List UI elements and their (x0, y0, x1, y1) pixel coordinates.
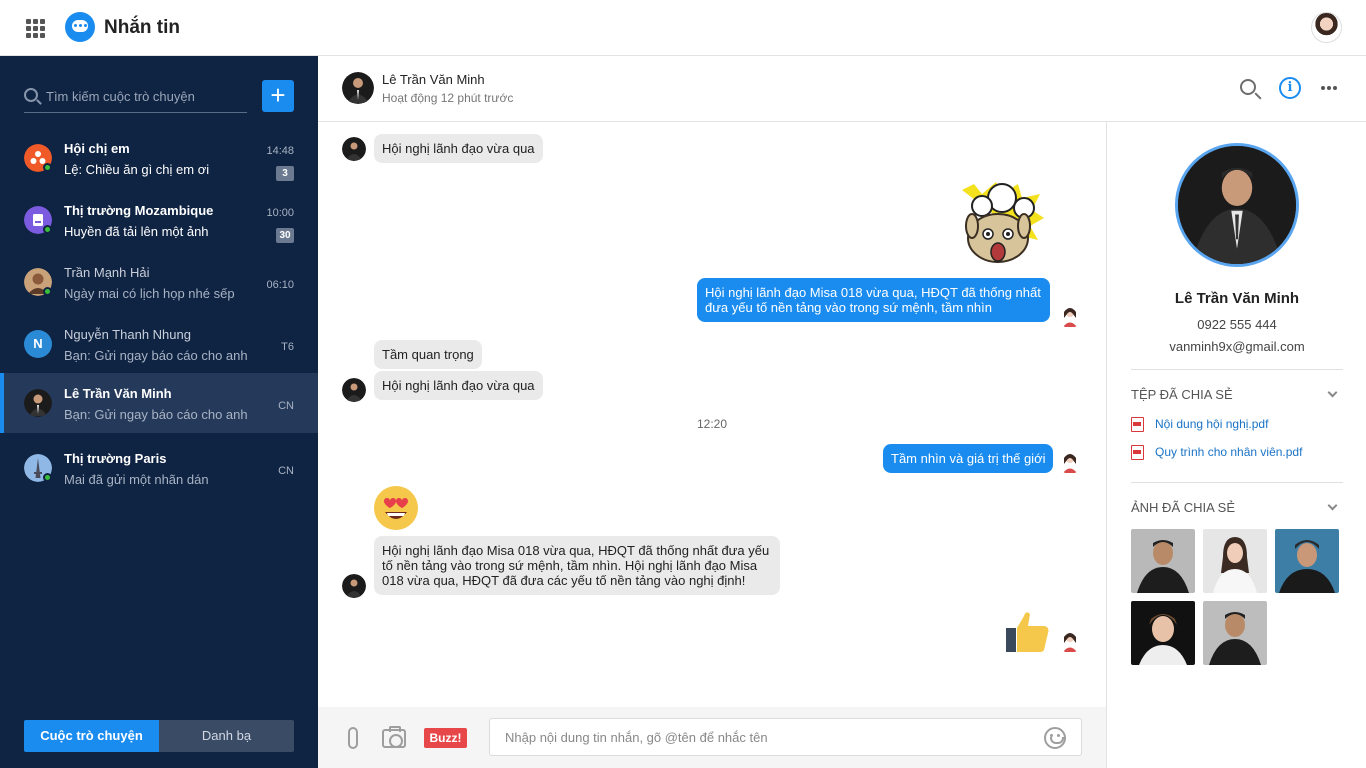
top-bar: Nhắn tin (0, 0, 1366, 56)
shared-photo[interactable] (1131, 529, 1195, 593)
my-avatar (1058, 304, 1082, 328)
my-avatar (1058, 450, 1082, 474)
conversation-name: Lê Trần Văn Minh (64, 386, 172, 401)
chevron-down-icon[interactable] (1327, 387, 1338, 398)
shared-photo[interactable] (1203, 529, 1267, 593)
divider (1131, 369, 1343, 370)
shared-file-item[interactable]: Nội dung hội nghị.pdf (1131, 416, 1351, 432)
shocked-bunny-sticker[interactable] (952, 176, 1052, 272)
contact-email: vanminh9x@gmail.com (1169, 339, 1305, 354)
my-avatar (1058, 629, 1082, 653)
conversation-name: Nguyễn Thanh Nhung (64, 327, 191, 342)
conversation-item-tran-manh-hai[interactable]: Trần Mạnh Hải Ngày mai có lịch họp nhé s… (0, 252, 318, 312)
conversation-item-le-tran-van-minh[interactable]: Lê Trần Văn Minh Bạn: Gửi ngay báo cáo c… (0, 373, 318, 433)
contact-phone: 0922 555 444 (1197, 317, 1277, 332)
conversation-time: T6 (281, 341, 294, 353)
conversation-preview: Mai đã gửi một nhãn dán (64, 472, 209, 487)
shared-file-item[interactable]: Quy trình cho nhân viên.pdf (1131, 444, 1351, 460)
conversation-name: Trần Mạnh Hải (64, 265, 150, 280)
conversation-item-thi-truong-paris[interactable]: Thị trường Paris Mai đã gửi một nhãn dán… (0, 438, 318, 498)
conversation-name: Thị trường Paris (64, 451, 167, 466)
user-avatar[interactable] (1311, 12, 1342, 43)
tab-contacts[interactable]: Danh bạ (159, 720, 294, 752)
emoji-picker-icon[interactable] (1044, 727, 1066, 749)
conversation-name: Hội chị em (64, 141, 130, 156)
conversation-sidebar: + Hội chị em Lệ: Chiều ăn gì chị em ơi 1… (0, 56, 318, 768)
online-indicator (43, 225, 52, 234)
search-input[interactable] (46, 85, 246, 107)
conversation-preview: Bạn: Gửi ngay báo cáo cho anh (64, 407, 248, 422)
sidebar-tabs: Cuộc trò chuyện Danh bạ (24, 720, 294, 752)
conversation-preview: Ngày mai có lịch họp nhé sếp (64, 286, 235, 301)
online-indicator (43, 473, 52, 482)
tab-conversations[interactable]: Cuộc trò chuyện (24, 720, 159, 752)
shared-photo[interactable] (1275, 529, 1339, 593)
conversation-time: CN (278, 465, 294, 477)
search-icon[interactable] (1240, 79, 1256, 95)
shared-photos-title[interactable]: ẢNH ĐÃ CHIA SẺ (1131, 500, 1235, 515)
conversation-time: 14:48 (266, 145, 294, 157)
message-input[interactable] (489, 718, 1082, 756)
message-composer: Buzz! (318, 707, 1106, 768)
conversation-preview: Lệ: Chiều ăn gì chị em ơi (64, 162, 210, 177)
message-bubble[interactable]: Tầm quan trọng (374, 340, 482, 369)
new-conversation-button[interactable]: + (262, 80, 294, 112)
chat-app-logo-icon (65, 12, 95, 42)
conversation-item-thi-truong-mozambique[interactable]: Thị trường Mozambique Huyền đã tải lên m… (0, 190, 318, 250)
conversation-time: 06:10 (266, 279, 294, 291)
contact-name: Lê Trần Văn Minh (1174, 290, 1300, 307)
divider (1131, 482, 1343, 483)
online-indicator (43, 287, 52, 296)
app-title: Nhắn tin (104, 17, 180, 38)
message-bubble[interactable]: Hội nghị lãnh đạo vừa qua (374, 371, 543, 400)
sender-avatar (342, 137, 366, 161)
conversation-preview: Huyền đã tải lên một ảnh (64, 224, 209, 239)
buzz-button[interactable]: Buzz! (424, 728, 467, 748)
heart-eyes-emoji[interactable] (374, 486, 418, 530)
unread-badge: 3 (276, 166, 294, 181)
contact-avatar (24, 389, 52, 417)
message-bubble[interactable]: Hội nghị lãnh đạo Misa 018 vừa qua, HĐQT… (374, 536, 780, 595)
unread-badge: 30 (276, 228, 294, 243)
file-name[interactable]: Nội dung hội nghị.pdf (1155, 417, 1268, 431)
shared-photo[interactable] (1203, 601, 1267, 665)
file-name[interactable]: Quy trình cho nhân viên.pdf (1155, 445, 1302, 459)
conversation-search (24, 80, 247, 113)
conversation-time: 10:00 (266, 207, 294, 219)
conversation-item-nguyen-thanh-nhung[interactable]: N Nguyễn Thanh Nhung Bạn: Gửi ngay báo c… (0, 314, 318, 374)
message-bubble[interactable]: Hội nghị lãnh đạo vừa qua (374, 134, 543, 163)
app-grid-icon[interactable] (26, 19, 45, 38)
more-options-icon[interactable] (1321, 86, 1325, 90)
conversation-preview: Bạn: Gửi ngay báo cáo cho anh (64, 348, 248, 363)
message-bubble[interactable]: Hội nghị lãnh đạo Misa 018 vừa qua, HĐQT… (697, 278, 1050, 322)
shared-files-title[interactable]: TỆP ĐÃ CHIA SẺ (1131, 387, 1233, 402)
contact-avatar[interactable] (342, 72, 374, 104)
thumbs-up-emoji[interactable] (1004, 608, 1052, 656)
contact-avatar: N (24, 330, 52, 358)
online-indicator (43, 163, 52, 172)
contact-status: Hoạt động 12 phút trước (382, 91, 514, 105)
message-list: Hội nghị lãnh đạo vừa qua Hội nghị lãnh … (318, 122, 1106, 707)
shared-photo[interactable] (1131, 601, 1195, 665)
conversation-time: CN (278, 400, 294, 412)
chat-header: Lê Trần Văn Minh Hoạt động 12 phút trước… (318, 56, 1366, 122)
conversation-item-hoi-chi-em[interactable]: Hội chị em Lệ: Chiều ăn gì chị em ơi 14:… (0, 128, 318, 188)
sender-avatar (342, 378, 366, 402)
conversation-name: Thị trường Mozambique (64, 203, 214, 218)
chevron-down-icon[interactable] (1327, 500, 1338, 511)
pdf-file-icon (1131, 417, 1144, 432)
contact-profile-photo (1175, 143, 1299, 267)
search-icon (24, 88, 38, 102)
contact-name: Lê Trần Văn Minh (382, 72, 485, 87)
time-separator: 12:20 (697, 417, 728, 431)
sender-avatar (342, 574, 366, 598)
camera-icon[interactable] (382, 726, 406, 748)
info-icon[interactable]: i (1279, 77, 1301, 99)
attach-file-icon[interactable] (348, 727, 358, 749)
message-bubble[interactable]: Tầm nhìn và giá trị thế giới (883, 444, 1054, 473)
pdf-file-icon (1131, 445, 1144, 460)
contact-info-panel: Lê Trần Văn Minh 0922 555 444 vanminh9x@… (1106, 122, 1366, 768)
